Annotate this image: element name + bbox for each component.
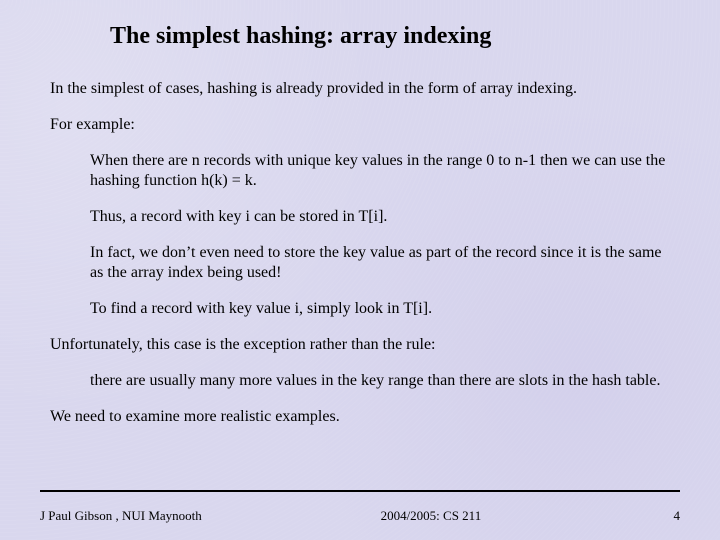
slide-title: The simplest hashing: array indexing: [110, 22, 680, 51]
slide-body: In the simplest of cases, hashing is alr…: [40, 79, 680, 427]
paragraph: Unfortunately, this case is the exceptio…: [50, 335, 670, 355]
slide: The simplest hashing: array indexing In …: [0, 0, 720, 540]
paragraph: In fact, we don’t even need to store the…: [90, 243, 670, 283]
paragraph: In the simplest of cases, hashing is alr…: [50, 79, 670, 99]
paragraph: For example:: [50, 115, 670, 135]
footer-divider: [40, 490, 680, 492]
paragraph: Thus, a record with key i can be stored …: [90, 207, 670, 227]
paragraph: there are usually many more values in th…: [90, 371, 670, 391]
paragraph: To find a record with key value i, simpl…: [90, 299, 670, 319]
footer-author: J Paul Gibson , NUI Maynooth: [40, 508, 202, 524]
paragraph: When there are n records with unique key…: [90, 151, 670, 191]
footer-course: 2004/2005: CS 211: [202, 508, 660, 524]
footer-page-number: 4: [660, 508, 680, 524]
slide-footer: J Paul Gibson , NUI Maynooth 2004/2005: …: [0, 508, 720, 524]
paragraph: We need to examine more realistic exampl…: [50, 407, 670, 427]
